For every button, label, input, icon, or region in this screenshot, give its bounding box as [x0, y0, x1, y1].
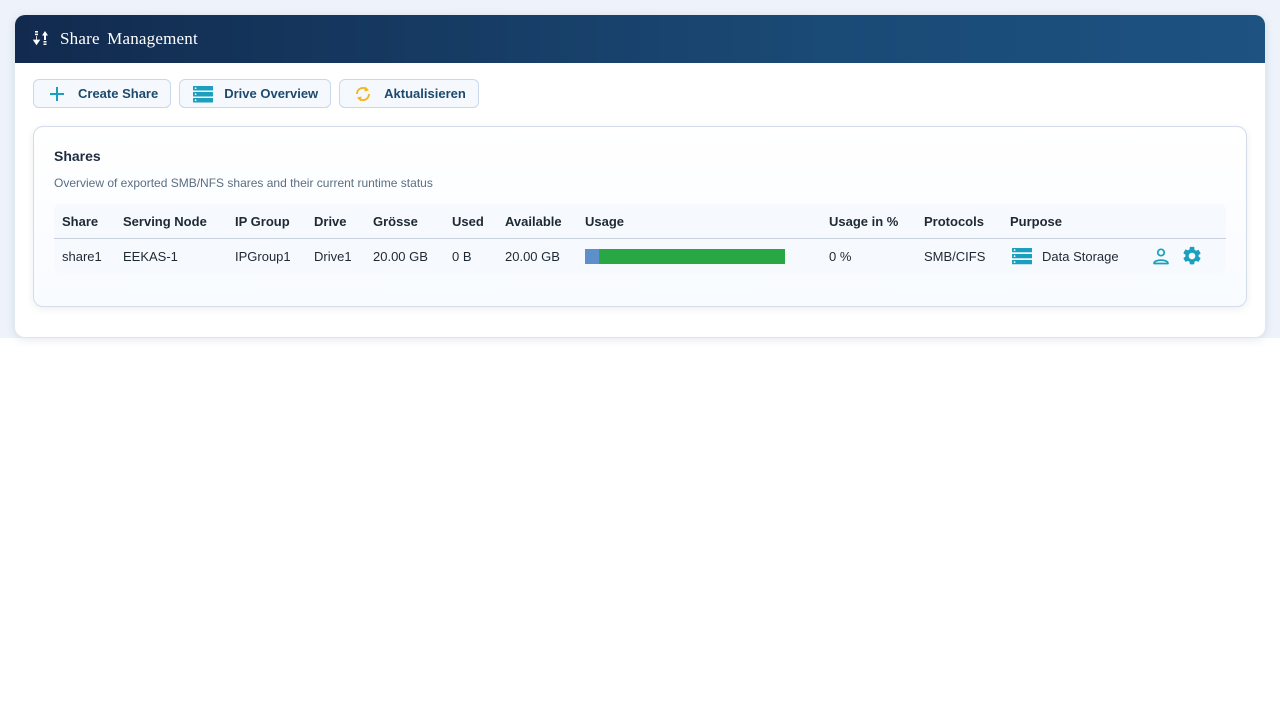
- col-ip-group[interactable]: IP Group: [235, 204, 290, 238]
- col-purpose[interactable]: Purpose: [1010, 204, 1062, 238]
- refresh-button[interactable]: Aktualisieren: [339, 79, 479, 108]
- drive-overview-label: Drive Overview: [224, 86, 319, 101]
- cell-available: 20.00 GB: [505, 248, 560, 264]
- create-share-label: Create Share: [78, 86, 159, 101]
- cell-serving-node: EEKAS-1: [123, 248, 178, 264]
- col-drive[interactable]: Drive: [314, 204, 347, 238]
- col-share[interactable]: Share: [62, 204, 98, 238]
- cell-size: 20.00 GB: [373, 248, 428, 264]
- table-row[interactable]: share1 EEKAS-1 IPGroup1 Drive1 20.00 GB …: [54, 239, 1226, 273]
- cell-used: 0 B: [452, 248, 472, 264]
- refresh-icon: [352, 83, 374, 105]
- shares-subtitle: Overview of exported SMB/NFS shares and …: [54, 176, 433, 190]
- cell-usage: [585, 239, 785, 273]
- drive-overview-button[interactable]: Drive Overview: [179, 79, 332, 108]
- plus-icon: [46, 83, 68, 105]
- cell-purpose: Data Storage: [1011, 239, 1119, 273]
- cell-protocols: SMB/CIFS: [924, 248, 986, 264]
- shares-card: Shares Overview of exported SMB/NFS shar…: [33, 126, 1247, 307]
- usage-bar-used: [585, 248, 599, 264]
- server-icon: [1011, 246, 1033, 266]
- page-title: Share Management: [60, 29, 198, 48]
- col-available[interactable]: Available: [505, 204, 562, 238]
- toolbar: Create Share Drive Overview Aktualisiere…: [33, 79, 479, 108]
- col-used[interactable]: Used: [452, 204, 484, 238]
- cell-usage-pct: 0 %: [829, 248, 852, 264]
- cell-ip-group: IPGroup1: [235, 248, 291, 264]
- cell-share: share1: [62, 248, 102, 264]
- create-share-button[interactable]: Create Share: [33, 79, 172, 108]
- table-header-row: Share Serving Node IP Group Drive Grösse…: [54, 204, 1226, 239]
- server-icon: [192, 83, 214, 105]
- purpose-label: Data Storage: [1042, 248, 1119, 264]
- usage-bar: [585, 248, 785, 264]
- share-management-panel: Share Management Create Share Drive Over…: [15, 15, 1265, 337]
- user-permissions-icon[interactable]: [1151, 246, 1171, 266]
- col-usage[interactable]: Usage: [585, 204, 624, 238]
- shares-title: Shares: [54, 148, 101, 164]
- row-actions: [1151, 239, 1203, 273]
- col-protocols[interactable]: Protocols: [924, 204, 984, 238]
- refresh-label: Aktualisieren: [384, 86, 466, 101]
- col-size[interactable]: Grösse: [373, 204, 418, 238]
- panel-header: Share Management: [15, 15, 1265, 63]
- sort-arrows-icon: [32, 30, 50, 48]
- col-serving-node[interactable]: Serving Node: [123, 204, 207, 238]
- gear-icon[interactable]: [1181, 245, 1203, 267]
- shares-table: Share Serving Node IP Group Drive Grösse…: [54, 204, 1226, 273]
- cell-drive: Drive1: [314, 248, 352, 264]
- col-usage-pct[interactable]: Usage in %: [829, 204, 898, 238]
